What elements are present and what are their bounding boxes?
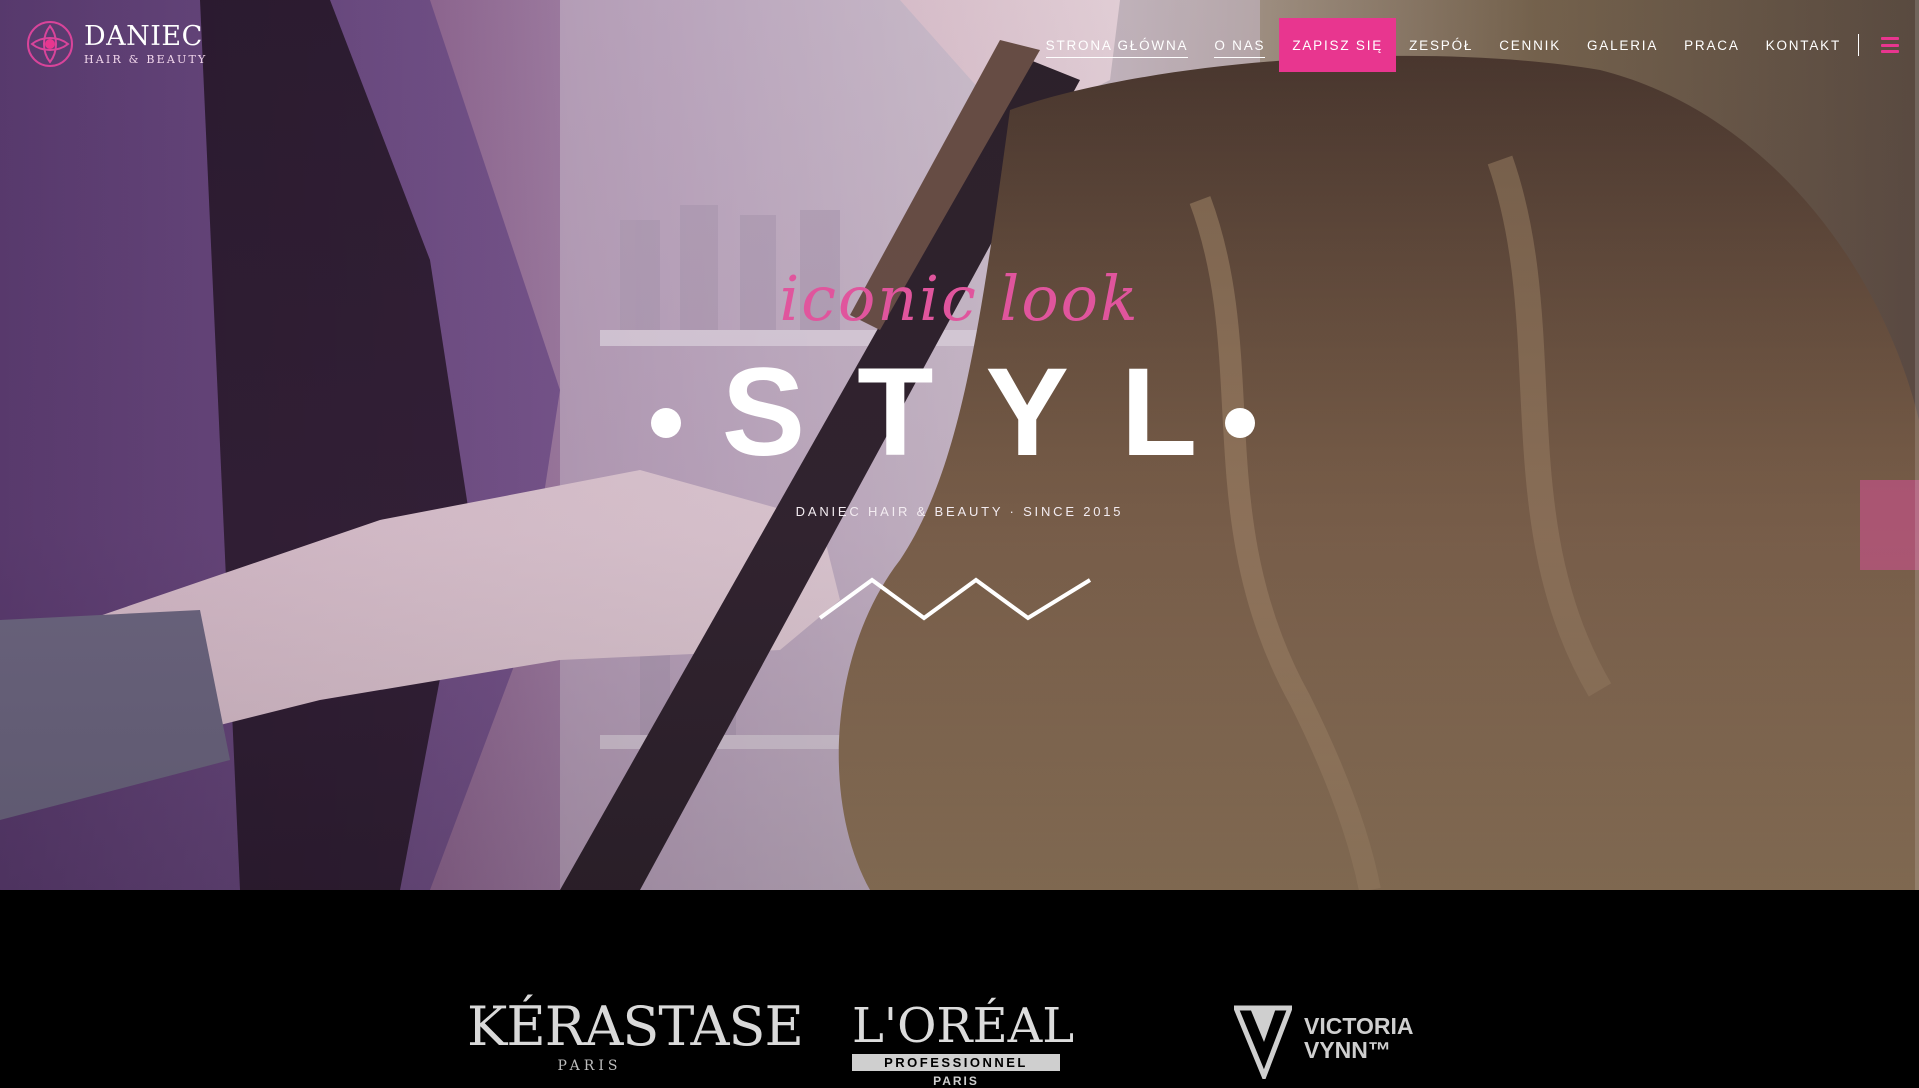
victoria-vynn-line1: VICTORIA — [1304, 1013, 1414, 1039]
main-navigation: STRONA GŁÓWNA O NAS ZAPISZ SIĘ ZESPÓŁ CE… — [1033, 18, 1899, 72]
brand-logos-section: KÉRASTASE PARIS L'ORÉAL PROFESSIONNEL PA… — [0, 890, 1919, 1088]
nav-gallery-label: GALERIA — [1587, 37, 1659, 53]
logo-name: DANIEC — [84, 21, 203, 52]
hero-section: DANIEC HAIR & BEAUTY STRONA GŁÓWNA O NAS… — [0, 0, 1919, 890]
hamburger-icon[interactable] — [1881, 37, 1899, 53]
victoria-vynn-line2: VYNN™ — [1304, 1037, 1391, 1064]
loreal-logo: L'ORÉAL PROFESSIONNEL PARIS — [852, 998, 1075, 1088]
nav-contact-label: KONTAKT — [1765, 37, 1841, 53]
hero-tagline: DANIEC HAIR & BEAUTY · SINCE 2015 — [795, 504, 1124, 519]
kerastase-sub: PARIS — [557, 1058, 622, 1074]
loreal-name: L'ORÉAL — [852, 998, 1075, 1054]
nav-signup-label: ZAPISZ SIĘ — [1292, 37, 1384, 53]
nav-pricing-label: CENNIK — [1499, 37, 1561, 53]
nav-team-label: ZESPÓŁ — [1409, 37, 1474, 53]
victoria-vynn-mark-icon — [1234, 1005, 1292, 1079]
hero-title: STYL — [0, 350, 1919, 475]
nav-home-label: STRONA GŁÓWNA — [1045, 38, 1189, 58]
zigzag-divider-icon — [818, 577, 1092, 621]
loreal-line: PROFESSIONNEL — [852, 1054, 1060, 1071]
nav-divider — [1858, 34, 1859, 56]
hero-script-title: iconic look — [779, 262, 1140, 335]
hero-title-text: STYL — [721, 343, 1250, 482]
victoria-vynn-logo: VICTORIA VYNN™ — [1234, 1004, 1414, 1079]
logo-subtitle: HAIR & BEAUTY — [84, 53, 208, 66]
nav-gallery[interactable]: GALERIA — [1574, 18, 1671, 72]
nav-contact[interactable]: KONTAKT — [1753, 18, 1854, 72]
kerastase-name: KÉRASTASE — [467, 995, 804, 1058]
nav-team[interactable]: ZESPÓŁ — [1396, 18, 1486, 72]
nav-home[interactable]: STRONA GŁÓWNA — [1033, 18, 1202, 72]
nav-jobs-label: PRACA — [1684, 37, 1740, 53]
kerastase-logo: KÉRASTASE PARIS — [467, 995, 804, 1075]
title-dot-right — [1225, 408, 1255, 438]
loreal-sub: PARIS — [933, 1074, 979, 1088]
nav-jobs[interactable]: PRACA — [1671, 18, 1753, 72]
nav-about[interactable]: O NAS — [1201, 18, 1278, 72]
nav-about-label: O NAS — [1214, 38, 1266, 58]
nav-signup-button[interactable]: ZAPISZ SIĘ — [1279, 18, 1397, 72]
lotus-icon — [27, 21, 73, 67]
site-logo[interactable]: DANIEC HAIR & BEAUTY — [22, 16, 207, 72]
nav-pricing[interactable]: CENNIK — [1486, 18, 1574, 72]
